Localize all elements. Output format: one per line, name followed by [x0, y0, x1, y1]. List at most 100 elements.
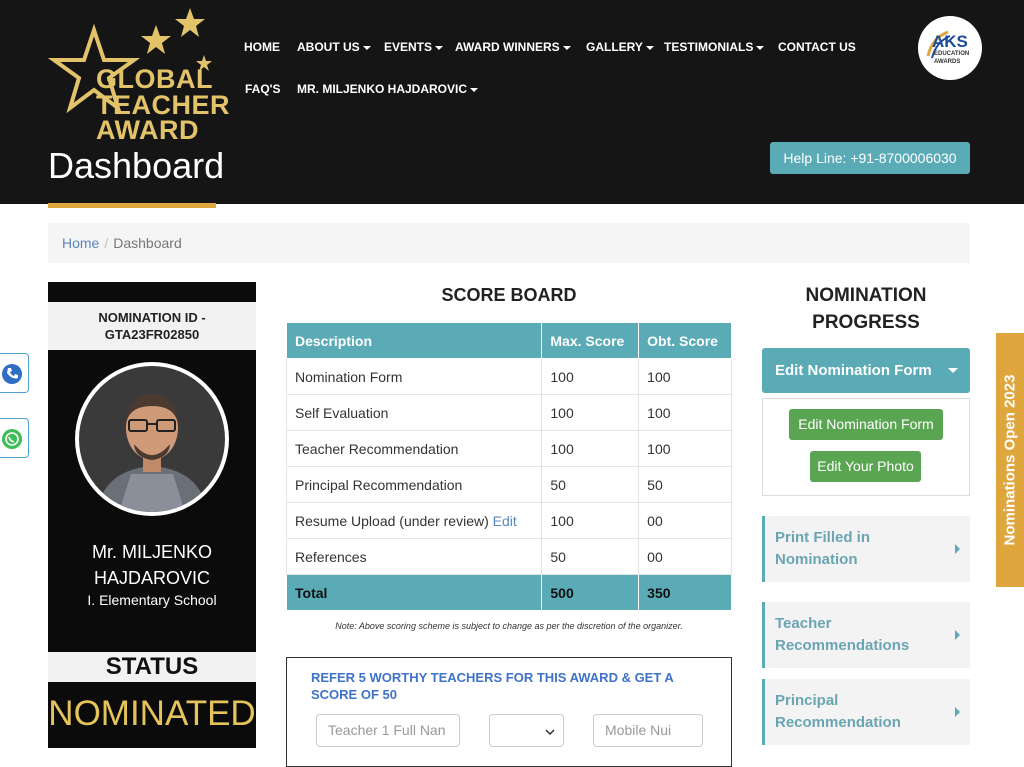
nomination-progress-title: NOMINATION PROGRESS: [805, 285, 927, 333]
aks-sub-education: EDUCATION: [934, 51, 970, 57]
row-obt-score: 50: [638, 466, 732, 503]
principal-recommendation-card[interactable]: Principal Recommendation: [762, 679, 970, 745]
status-value: NOMINATED: [48, 694, 256, 733]
breadcrumb-current: Dashboard: [113, 235, 182, 251]
breadcrumb-home-link[interactable]: Home: [62, 235, 99, 251]
table-row: Resume Upload (under review) Edit 100 00: [285, 502, 732, 539]
row-description-cell: Resume Upload (under review) Edit: [285, 502, 543, 539]
table-row: References 50 00: [285, 538, 732, 575]
header-obt-score: Obt. Score: [638, 322, 732, 359]
row-obt-score: 100: [638, 394, 732, 431]
nominee-portrait-image: [79, 366, 225, 512]
row-max-score: 100: [541, 502, 640, 539]
table-row: Nomination Form 100 100: [285, 358, 732, 395]
row-obt-score: 100: [638, 358, 732, 395]
nav-user-menu[interactable]: MR. MILJENKO HAJDAROVIC: [297, 82, 479, 96]
print-nomination-card[interactable]: Print Filled in Nomination: [762, 516, 970, 582]
table-row: Teacher Recommendation 100 100: [285, 430, 732, 467]
scoreboard-table: Description Max. Score Obt. Score Nomina…: [285, 322, 732, 611]
edit-your-photo-button[interactable]: Edit Your Photo: [810, 451, 921, 482]
nominee-id-card: NOMINATION ID - GTA23FR02850 Mr. MILJENK…: [48, 282, 256, 748]
title-underline: [48, 203, 216, 208]
nav-home[interactable]: HOME: [244, 40, 280, 54]
card-label-line2: Recommendations: [775, 637, 910, 654]
chevron-right-icon: [955, 630, 960, 640]
row-obt-score: 100: [638, 430, 732, 467]
mobile-number-input[interactable]: Mobile Nui: [593, 714, 703, 747]
caret-down-icon: [948, 368, 958, 373]
teacher-name-input[interactable]: Teacher 1 Full Nan: [316, 714, 460, 747]
nominee-name-line2: HAJDAROVIC: [93, 568, 210, 588]
nomination-id-value: GTA23FR02850: [104, 327, 200, 342]
nav-faqs-label: FAQ'S: [245, 82, 281, 96]
row-obt-score: 00: [638, 502, 732, 539]
aks-sub-awards: AWARDS: [934, 59, 961, 65]
logo-text-award: AWARD: [96, 115, 199, 145]
nav-gallery-label: GALLERY: [586, 40, 643, 54]
card-label-line2: Recommendation: [775, 714, 901, 731]
edit-nomination-form-button[interactable]: Edit Nomination Form: [789, 409, 943, 440]
chevron-down-icon: [545, 729, 555, 735]
row-max-score: 100: [541, 430, 640, 467]
scoreboard-title: SCORE BOARD: [441, 285, 577, 305]
aks-name: AKS: [932, 32, 968, 51]
row-description: References: [285, 538, 543, 575]
global-teacher-award-logo[interactable]: GLOBAL TEACHER AWARD: [46, 8, 236, 144]
whatsapp-icon: [2, 429, 22, 449]
nav-testimonials[interactable]: TESTIMONIALS: [664, 40, 765, 54]
breadcrumb: Home / Dashboard: [48, 223, 970, 263]
row-description: Teacher Recommendation: [285, 430, 543, 467]
nav-contact-us-label: CONTACT US: [778, 40, 856, 54]
aks-education-awards-logo[interactable]: AKS EDUCATION AWARDS: [918, 16, 982, 80]
nomination-id-band: NOMINATION ID - GTA23FR02850: [48, 302, 256, 350]
row-max-score: 100: [541, 394, 640, 431]
table-header-row: Description Max. Score Obt. Score: [285, 322, 732, 359]
edit-nomination-toggle-label: Edit Nomination Form: [775, 362, 932, 379]
total-label: Total: [285, 574, 543, 611]
breadcrumb-separator: /: [104, 235, 109, 251]
caret-down-icon: [435, 45, 444, 50]
resume-edit-link[interactable]: Edit: [493, 513, 517, 529]
nav-faqs[interactable]: FAQ'S: [245, 82, 281, 96]
nominations-open-label: Nominations Open 2023: [1001, 374, 1019, 546]
helpline-button[interactable]: Help Line: +91-8700006030: [770, 142, 970, 174]
chevron-right-icon: [955, 707, 960, 717]
caret-down-icon: [645, 45, 654, 50]
row-description: Principal Recommendation: [285, 466, 543, 503]
total-obt-score: 350: [638, 574, 732, 611]
row-description: Self Evaluation: [285, 394, 543, 431]
nomination-id-label: NOMINATION ID -: [98, 310, 206, 325]
edit-nomination-dropdown-toggle[interactable]: Edit Nomination Form: [762, 348, 970, 393]
status-label: STATUS: [48, 652, 256, 682]
nav-gallery[interactable]: GALLERY: [586, 40, 654, 54]
card-label-line1: Print Filled in: [775, 529, 871, 546]
scoreboard-note: Note: Above scoring scheme is subject to…: [335, 621, 683, 631]
page-title: Dashboard: [48, 145, 225, 186]
caret-down-icon: [756, 45, 765, 50]
nominee-name-line1: Mr. MILJENKO: [91, 542, 212, 562]
row-max-score: 50: [541, 466, 640, 503]
nav-testimonials-label: TESTIMONIALS: [664, 40, 754, 54]
card-label-line2: Nomination: [775, 551, 858, 568]
nominations-open-tab[interactable]: Nominations Open 2023: [996, 333, 1024, 587]
refer-title: REFER 5 WORTHY TEACHERS FOR THIS AWARD &…: [311, 670, 674, 702]
row-description: Resume Upload (under review): [295, 512, 489, 529]
phone-contact-button[interactable]: [0, 353, 29, 393]
nav-events-label: EVENTS: [384, 40, 433, 54]
teacher-recommendations-card[interactable]: Teacher Recommendations: [762, 602, 970, 668]
nav-about-us[interactable]: ABOUT US: [297, 40, 371, 54]
nav-about-us-label: ABOUT US: [297, 40, 360, 54]
teacher-select[interactable]: [489, 714, 564, 747]
nav-events[interactable]: EVENTS: [384, 40, 444, 54]
nav-award-winners[interactable]: AWARD WINNERS: [455, 40, 571, 54]
row-description: Nomination Form: [285, 358, 543, 395]
caret-down-icon: [562, 45, 571, 50]
header-description: Description: [285, 322, 543, 359]
logo-text-global: GLOBAL: [96, 64, 213, 94]
nav-contact-us[interactable]: CONTACT US: [778, 40, 856, 54]
card-label-line1: Teacher: [775, 615, 832, 632]
refer-teachers-box: REFER 5 WORTHY TEACHERS FOR THIS AWARD &…: [286, 657, 732, 767]
nominee-school: I. Elementary School: [87, 592, 217, 608]
table-total-row: Total 500 350: [285, 574, 732, 611]
whatsapp-contact-button[interactable]: [0, 418, 29, 458]
